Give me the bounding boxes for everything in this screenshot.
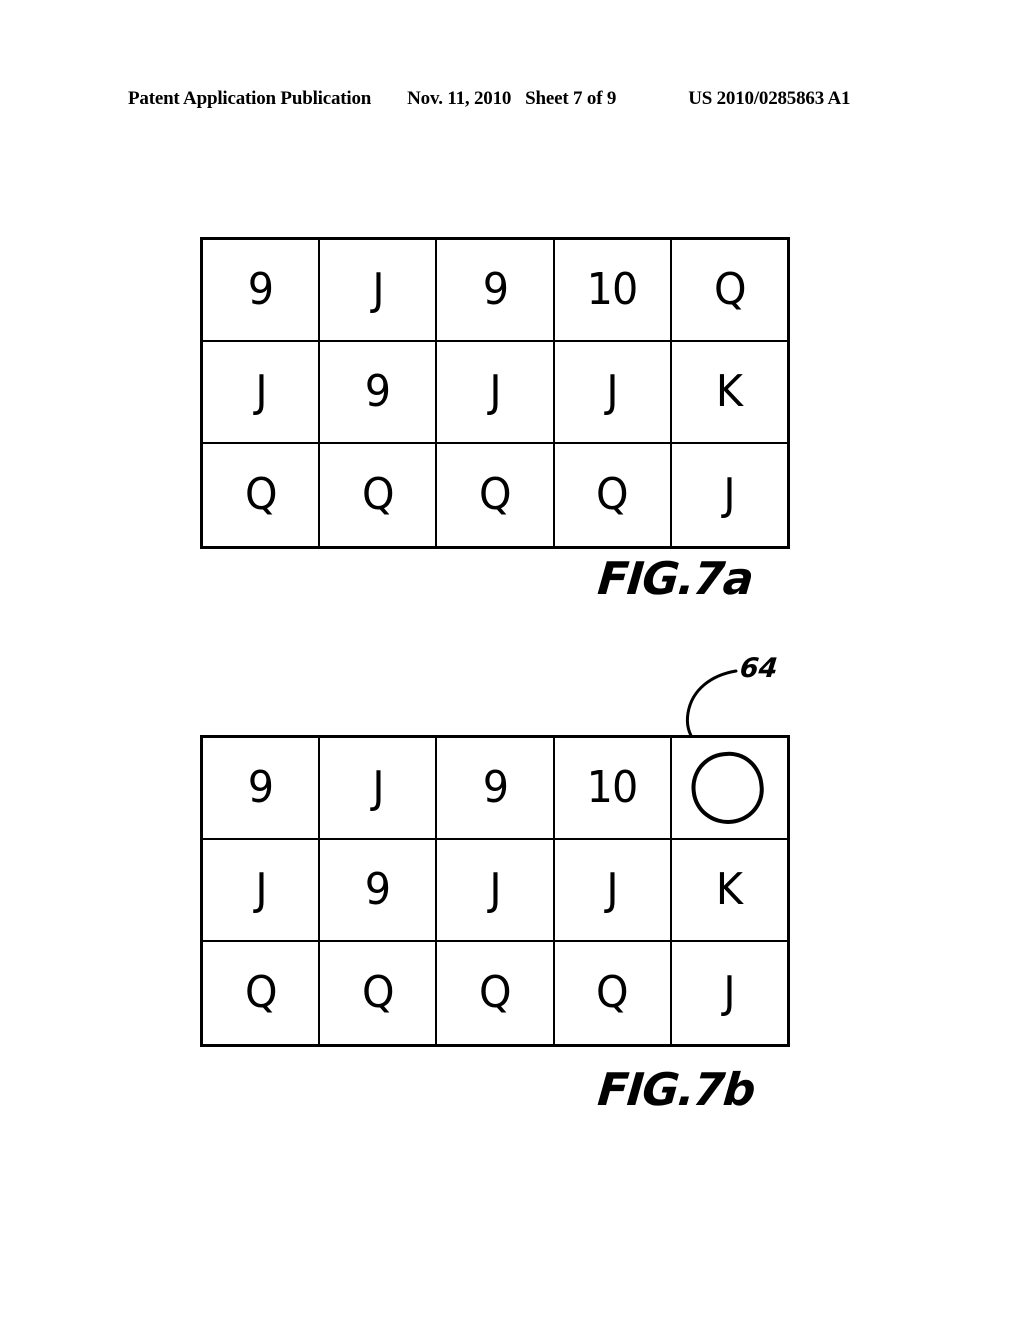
cell-value: 9 — [247, 264, 274, 315]
grid-cell-r2c3: J — [437, 840, 555, 940]
grid-cell-r3c2: Q — [320, 942, 438, 1044]
cell-value: Q — [361, 967, 395, 1018]
table-row: J 9 J J K — [203, 840, 787, 942]
grid-cell-r2c3: J — [437, 342, 555, 442]
table-row: 9 J 9 10 — [203, 738, 787, 840]
header-document-number: US 2010/0285863 A1 — [688, 88, 851, 109]
cell-value: 9 — [365, 366, 391, 417]
grid-cell-r3c4: Q — [555, 942, 672, 1044]
page-header: Patent Application Publication Nov. 11, … — [128, 88, 903, 114]
cell-value: Q — [596, 967, 629, 1018]
grid-cell-r3c3: Q — [437, 942, 555, 1044]
grid-cell-r1c1: 9 — [203, 738, 321, 838]
grid-cell-r2c1: J — [203, 840, 321, 940]
cell-value: 10 — [586, 264, 639, 315]
cell-value: 9 — [482, 762, 508, 813]
cell-value: 9 — [247, 762, 274, 813]
table-row: J 9 J J K — [203, 342, 787, 444]
cell-value: Q — [244, 967, 278, 1018]
grid-cell-r1c1: 9 — [203, 240, 321, 340]
grid-cell-r1c5-marked — [672, 738, 787, 838]
grid-cell-r3c4: Q — [555, 444, 672, 546]
grid-cell-r1c2: J — [320, 738, 438, 838]
cell-value: J — [372, 264, 384, 315]
cell-value: J — [606, 864, 619, 915]
header-publication-date: Nov. 11, 2010 — [407, 88, 512, 109]
cell-value: 9 — [365, 864, 391, 915]
figure-caption-7a: FIG.7a — [595, 552, 755, 605]
cell-value: J — [489, 366, 501, 417]
cell-value: Q — [479, 469, 512, 520]
header-sheet-number: Sheet 7 of 9 — [525, 88, 617, 109]
grid-cell-r2c4: J — [555, 342, 672, 442]
grid-cell-r1c5: Q — [672, 240, 787, 340]
grid-cell-r3c1: Q — [203, 942, 321, 1044]
grid-cell-r2c4: J — [555, 840, 672, 940]
figure-caption-7b: FIG.7b — [595, 1063, 757, 1116]
marker-circle-icon — [688, 748, 768, 828]
cell-value: Q — [596, 469, 629, 520]
cell-value: J — [606, 366, 619, 417]
grid-cell-r2c2: 9 — [320, 342, 438, 442]
cell-value: Q — [244, 469, 278, 520]
grid-cell-r2c2: 9 — [320, 840, 438, 940]
cell-value: 10 — [586, 762, 639, 813]
cell-value: 9 — [482, 264, 508, 315]
cell-value: J — [723, 469, 736, 520]
table-row: Q Q Q Q J — [203, 444, 787, 546]
grid-cell-r1c3: 9 — [437, 738, 555, 838]
cell-value: J — [489, 864, 501, 915]
cell-value: J — [723, 967, 736, 1018]
cell-value: Q — [361, 469, 395, 520]
cell-value: J — [254, 366, 267, 417]
header-publication-title: Patent Application Publication — [128, 88, 372, 109]
cell-value: K — [716, 864, 743, 915]
table-row: 9 J 9 10 Q — [203, 240, 787, 342]
grid-cell-r1c2: J — [320, 240, 438, 340]
grid-cell-r3c2: Q — [320, 444, 438, 546]
cell-value: J — [254, 864, 267, 915]
table-row: Q Q Q Q J — [203, 942, 787, 1044]
grid-cell-r1c3: 9 — [437, 240, 555, 340]
grid-cell-r2c5: K — [672, 840, 787, 940]
grid-cell-r2c5: K — [672, 342, 787, 442]
cell-value: K — [716, 366, 743, 417]
grid-cell-r3c3: Q — [437, 444, 555, 546]
symbol-grid-7a: 9 J 9 10 Q J 9 J J K Q Q Q Q J — [200, 237, 790, 549]
grid-cell-r1c4: 10 — [555, 240, 672, 340]
grid-cell-r2c1: J — [203, 342, 321, 442]
cell-value: Q — [479, 967, 512, 1018]
grid-cell-r1c4: 10 — [555, 738, 672, 838]
callout-label-64: 64 — [738, 653, 780, 684]
grid-cell-r3c1: Q — [203, 444, 321, 546]
cell-value: J — [372, 762, 384, 813]
grid-cell-r3c5: J — [672, 444, 787, 546]
grid-cell-r3c5: J — [672, 942, 787, 1044]
symbol-grid-7b: 9 J 9 10 J 9 J J K Q Q Q Q J — [200, 735, 790, 1047]
cell-value: Q — [713, 264, 747, 315]
